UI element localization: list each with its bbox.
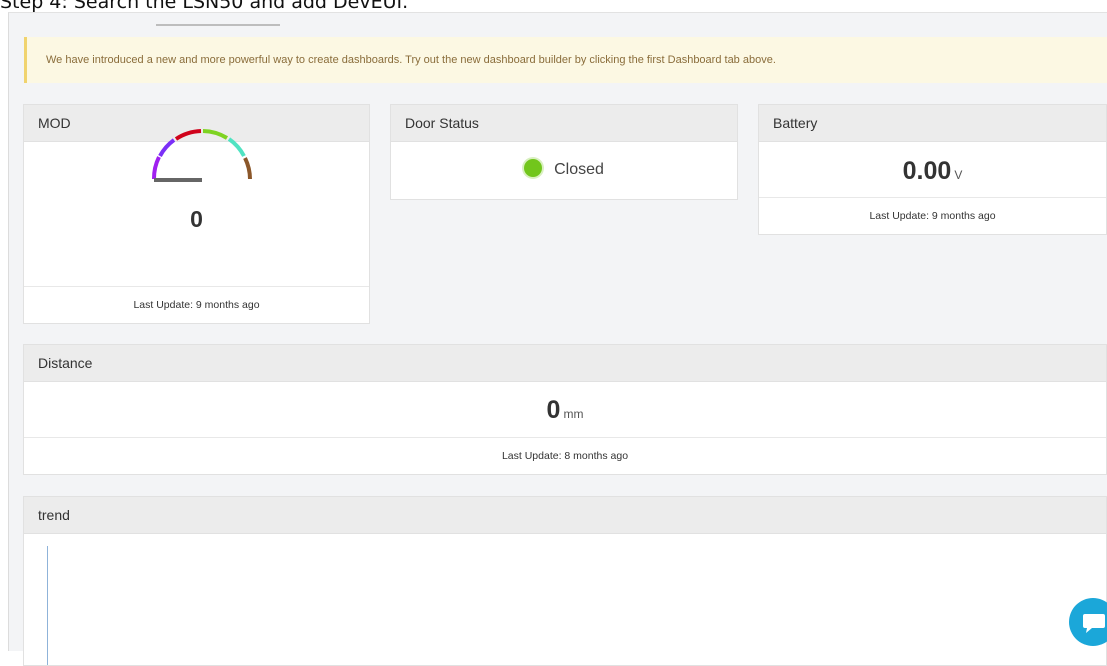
gauge-segment-4 bbox=[202, 129, 229, 140]
trend-chart-axis bbox=[47, 546, 48, 665]
door-status-widget: Door Status Closed bbox=[390, 104, 738, 200]
gauge-segment-5 bbox=[227, 137, 246, 158]
door-status-indicator: Closed bbox=[391, 159, 737, 179]
dashboard-notice: We have introduced a new and more powerf… bbox=[24, 37, 1107, 83]
battery-unit: V bbox=[954, 168, 963, 182]
chat-bubble-icon bbox=[1083, 614, 1105, 633]
battery-title: Battery bbox=[759, 105, 1106, 142]
mod-gauge bbox=[151, 129, 252, 182]
distance-readout: 0 mm bbox=[24, 396, 1106, 425]
mod-widget: MOD 0 Last Update: 9 months ago bbox=[23, 104, 370, 324]
distance-widget: Distance 0 mm Last Update: 8 months ago bbox=[23, 344, 1107, 475]
battery-widget: Battery 0.00 V Last Update: 9 months ago bbox=[758, 104, 1107, 235]
door-status-text: Closed bbox=[554, 161, 604, 178]
gauge-segment-6 bbox=[243, 157, 252, 180]
battery-value: 0.00 bbox=[902, 157, 952, 185]
distance-title: Distance bbox=[24, 345, 1106, 382]
mod-value: 0 bbox=[190, 206, 203, 232]
gauge-segment-2 bbox=[158, 138, 176, 158]
gauge-segment-1 bbox=[151, 156, 161, 180]
door-status-title: Door Status bbox=[391, 105, 737, 142]
distance-last-update: Last Update: 8 months ago bbox=[24, 437, 1106, 474]
battery-last-update: Last Update: 9 months ago bbox=[759, 197, 1106, 234]
status-dot-icon bbox=[524, 159, 543, 177]
distance-unit: mm bbox=[563, 407, 584, 421]
distance-value: 0 bbox=[546, 396, 561, 424]
battery-readout: 0.00 V bbox=[759, 157, 1106, 186]
trend-title: trend bbox=[24, 497, 1106, 534]
trend-widget: trend bbox=[23, 496, 1107, 666]
gauge-segment-3 bbox=[174, 129, 202, 141]
mod-last-update: Last Update: 9 months ago bbox=[24, 286, 369, 323]
active-tab-underline bbox=[156, 24, 280, 26]
